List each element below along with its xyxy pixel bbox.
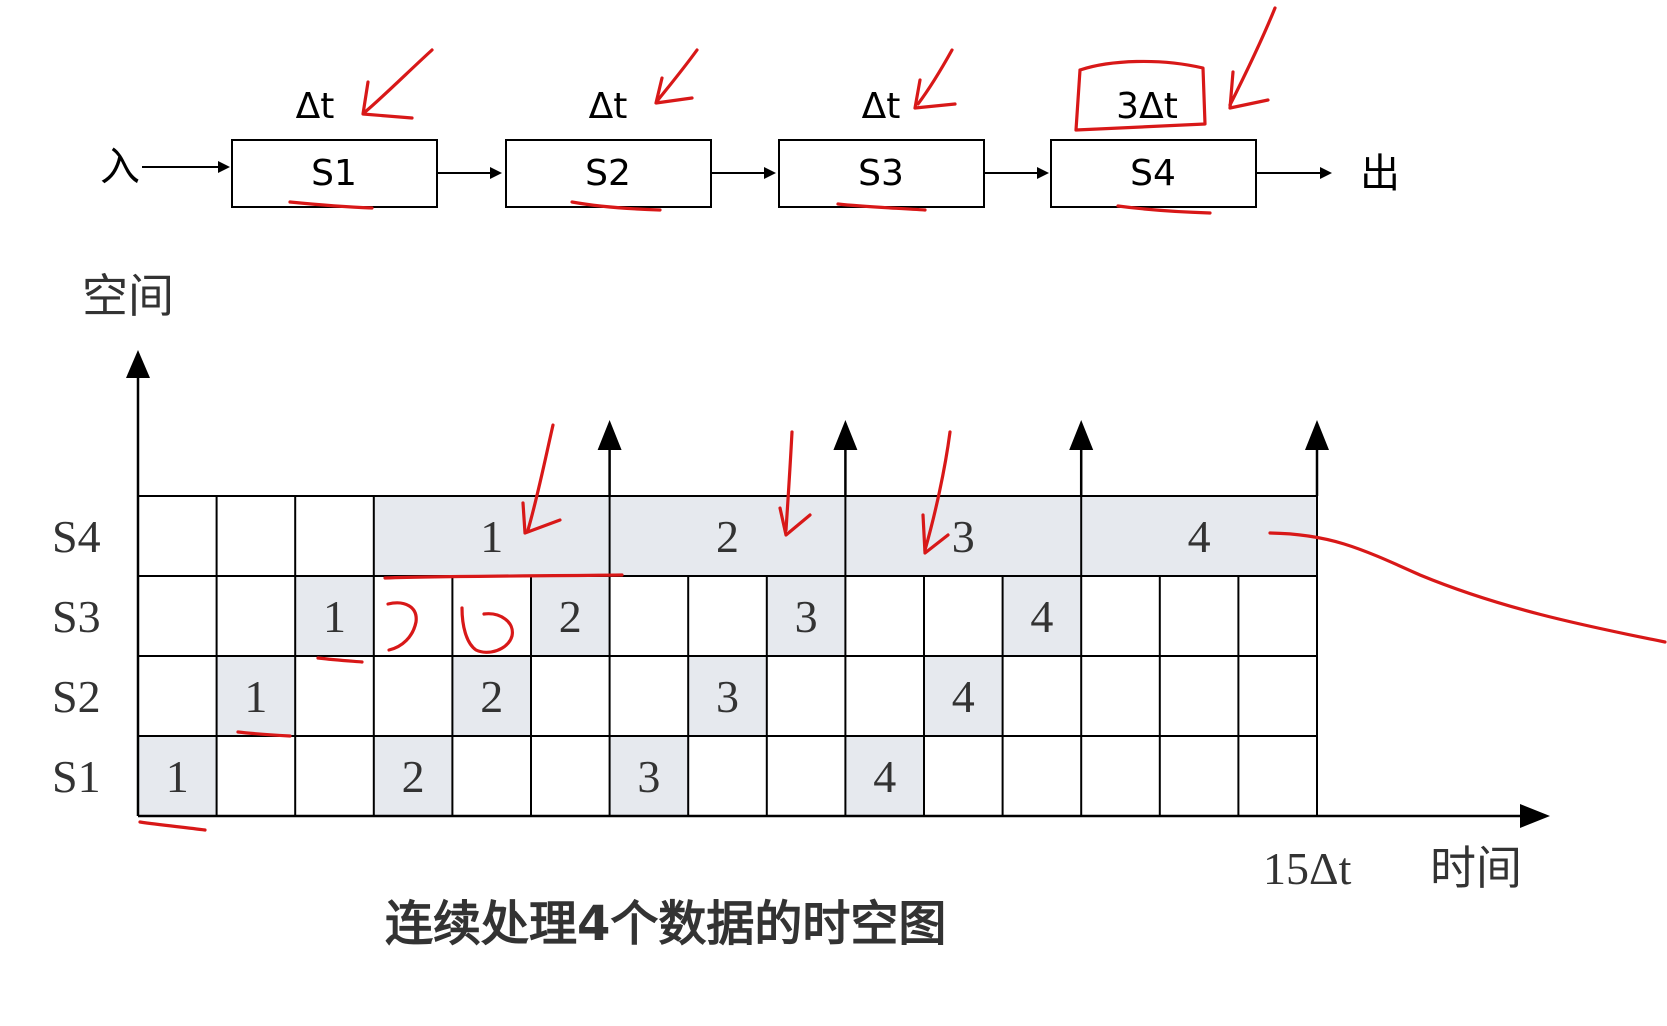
pipeline-stage-s2: S2 Δt — [505, 86, 712, 208]
annotation-arrow-stroke — [1228, 6, 1277, 107]
output-marker-arrowhead — [597, 420, 622, 450]
annotation-arrow-head — [913, 78, 957, 110]
task-label: 3 — [795, 591, 818, 642]
task-label: 2 — [559, 591, 582, 642]
stage-name: S1 — [311, 153, 357, 194]
output-marker-arrowhead — [1305, 420, 1329, 450]
output-markers — [597, 420, 1329, 496]
diagram-caption: 连续处理4个数据的时空图 — [385, 896, 946, 952]
output-marker-arrowhead — [833, 420, 858, 450]
stage-time: Δt — [862, 86, 901, 127]
stage-time: Δt — [296, 86, 335, 127]
task-label: 4 — [1188, 511, 1211, 562]
annotation-arrow-stroke — [916, 48, 954, 106]
pipeline-stage-s1: S1 Δt — [231, 86, 438, 208]
pipeline-output-label: 出 — [1360, 151, 1400, 197]
task-label: 1 — [244, 671, 267, 722]
annotation-arrow-stroke — [656, 48, 699, 102]
task-label: 1 — [323, 591, 346, 642]
row-label-s2: S2 — [52, 671, 101, 722]
task-label: 3 — [637, 751, 660, 802]
task-label: 2 — [480, 671, 503, 722]
task-label: 3 — [716, 671, 739, 722]
x-axis-arrowhead — [1520, 804, 1550, 828]
stage-time: Δt — [589, 86, 628, 127]
stage-row-labels: S4 S3 S2 S1 — [52, 511, 101, 802]
row-label-s1: S1 — [52, 751, 101, 802]
annotation-underline — [138, 820, 207, 832]
pipeline-input-label: 入 — [100, 144, 140, 190]
stage-time: 3Δt — [1116, 86, 1178, 127]
task-label: 4 — [1030, 591, 1053, 642]
x-axis-label: 时间 — [1430, 841, 1522, 895]
annotation-arrow-head — [361, 80, 414, 120]
y-axis-label: 空间 — [82, 269, 174, 323]
task-label: 1 — [480, 511, 503, 562]
task-label: 4 — [873, 751, 896, 802]
pipeline-stage-s4: S4 3Δt — [1050, 86, 1257, 208]
task-label: 1 — [166, 751, 189, 802]
stage-name: S3 — [858, 153, 904, 194]
annotation-line — [1268, 531, 1667, 644]
task-label: 3 — [952, 511, 975, 562]
pipeline-space-time-diagram: 入 S1 Δt S2 Δt S3 Δt S4 3Δt 出 1 2 3 41 2 3 — [52, 6, 1667, 952]
x-axis-end-label: 15Δt — [1263, 843, 1352, 894]
stage-name: S4 — [1130, 153, 1176, 194]
task-label: 4 — [952, 671, 975, 722]
row-label-s4: S4 — [52, 511, 101, 562]
annotation-arrow-stroke — [363, 48, 434, 114]
output-marker-arrowhead — [1069, 420, 1094, 450]
stage-name: S2 — [585, 153, 631, 194]
task-label: 2 — [402, 751, 425, 802]
y-axis-arrowhead — [126, 350, 150, 378]
row-label-s3: S3 — [52, 591, 101, 642]
task-label: 2 — [716, 511, 739, 562]
